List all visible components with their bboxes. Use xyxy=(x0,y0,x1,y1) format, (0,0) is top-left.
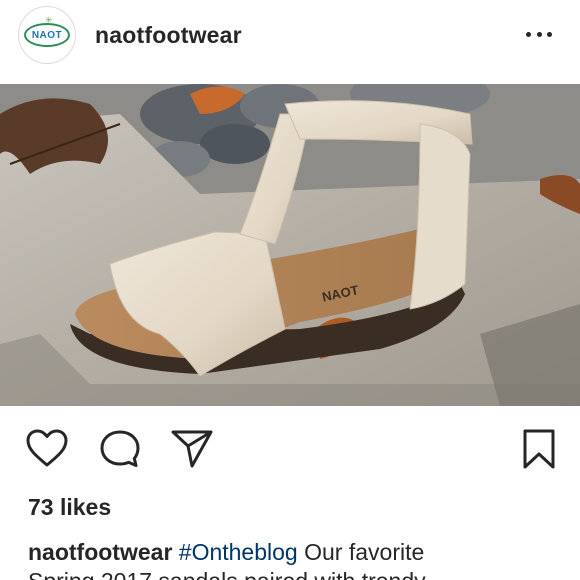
bookmark-icon xyxy=(523,429,555,469)
more-options-button[interactable] xyxy=(526,27,552,41)
instagram-post: ✳ NAOT naotfootwear NAOT 73 likes naotfo… xyxy=(0,0,580,580)
share-button[interactable] xyxy=(170,428,214,475)
naot-logo: ✳ NAOT xyxy=(24,16,70,47)
likes-count[interactable]: 73 likes xyxy=(28,494,111,521)
caption-text-line1: Our favorite xyxy=(297,539,425,565)
comment-button[interactable] xyxy=(98,428,142,475)
more-dot-icon xyxy=(547,31,552,37)
sparkle-icon: ✳ xyxy=(45,15,53,25)
more-dot-icon xyxy=(526,31,531,37)
caption-username[interactable]: naotfootwear xyxy=(28,539,172,565)
post-header: ✳ NAOT naotfootwear xyxy=(0,0,580,84)
caption: naotfootwear #Ontheblog Our favorite Spr… xyxy=(28,538,568,580)
logo-text: NAOT xyxy=(31,29,63,41)
sandal-photo: NAOT xyxy=(0,84,580,406)
avatar[interactable]: ✳ NAOT xyxy=(18,6,76,64)
comment-icon xyxy=(100,430,140,467)
caption-text-line2: Spring 2017 sandals paired with trendy xyxy=(28,568,426,580)
post-photo[interactable]: NAOT xyxy=(0,84,580,406)
more-dot-icon xyxy=(536,31,542,37)
heart-icon xyxy=(26,429,68,467)
caption-hashtag[interactable]: #Ontheblog xyxy=(179,539,298,565)
post-username[interactable]: naotfootwear xyxy=(95,22,242,49)
action-bar xyxy=(0,406,580,492)
save-button[interactable] xyxy=(522,428,556,475)
like-button[interactable] xyxy=(25,428,69,473)
share-icon xyxy=(171,430,213,468)
